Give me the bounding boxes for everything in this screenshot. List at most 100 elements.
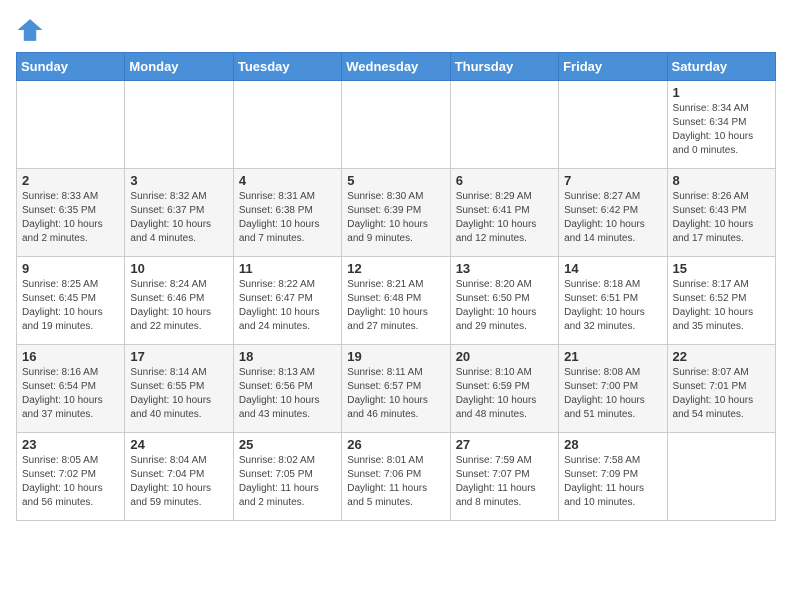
day-info: Sunrise: 8:20 AM Sunset: 6:50 PM Dayligh…	[456, 278, 553, 334]
calendar-cell: 28 Sunrise: 7:58 AM Sunset: 7:09 PM Dayli…	[559, 433, 667, 521]
day-info: Sunrise: 8:17 AM Sunset: 6:52 PM Dayligh…	[673, 278, 770, 334]
day-info: Sunrise: 8:24 AM Sunset: 6:46 PM Dayligh…	[130, 278, 227, 334]
calendar-cell: 12 Sunrise: 8:21 AM Sunset: 6:48 PM Dayli…	[342, 257, 450, 345]
calendar-cell: 25 Sunrise: 8:02 AM Sunset: 7:05 PM Dayli…	[233, 433, 341, 521]
day-info: Sunrise: 8:01 AM Sunset: 7:06 PM Dayligh…	[347, 454, 444, 510]
calendar-cell: 13 Sunrise: 8:20 AM Sunset: 6:50 PM Dayli…	[450, 257, 558, 345]
calendar-cell: 21 Sunrise: 8:08 AM Sunset: 7:00 PM Dayli…	[559, 345, 667, 433]
calendar-cell: 22Sunrise: 8:07 AM Sunset: 7:01 PM Dayli…	[667, 345, 775, 433]
day-info: Sunrise: 8:16 AM Sunset: 6:54 PM Dayligh…	[22, 366, 119, 422]
calendar-cell: 23 Sunrise: 8:05 AM Sunset: 7:02 PM Dayli…	[17, 433, 125, 521]
day-info: Sunrise: 8:14 AM Sunset: 6:55 PM Dayligh…	[130, 366, 227, 422]
calendar-cell: 2 Sunrise: 8:33 AM Sunset: 6:35 PM Daylig…	[17, 169, 125, 257]
day-info: Sunrise: 8:05 AM Sunset: 7:02 PM Dayligh…	[22, 454, 119, 510]
day-info: Sunrise: 8:30 AM Sunset: 6:39 PM Dayligh…	[347, 190, 444, 246]
calendar-cell	[17, 81, 125, 169]
weekday-header-tuesday: Tuesday	[233, 53, 341, 81]
day-number: 12	[347, 261, 444, 276]
calendar-cell: 10 Sunrise: 8:24 AM Sunset: 6:46 PM Dayli…	[125, 257, 233, 345]
day-number: 15	[673, 261, 770, 276]
day-number: 23	[22, 437, 119, 452]
day-info: Sunrise: 7:59 AM Sunset: 7:07 PM Dayligh…	[456, 454, 553, 510]
weekday-header-wednesday: Wednesday	[342, 53, 450, 81]
day-info: Sunrise: 8:11 AM Sunset: 6:57 PM Dayligh…	[347, 366, 444, 422]
day-info: Sunrise: 8:08 AM Sunset: 7:00 PM Dayligh…	[564, 366, 661, 422]
calendar-cell: 6 Sunrise: 8:29 AM Sunset: 6:41 PM Daylig…	[450, 169, 558, 257]
day-info: Sunrise: 8:21 AM Sunset: 6:48 PM Dayligh…	[347, 278, 444, 334]
calendar-cell: 20Sunrise: 8:10 AM Sunset: 6:59 PM Dayli…	[450, 345, 558, 433]
day-number: 21	[564, 349, 661, 364]
day-number: 1	[673, 85, 770, 100]
weekday-row: SundayMondayTuesdayWednesdayThursdayFrid…	[17, 53, 776, 81]
day-number: 25	[239, 437, 336, 452]
day-number: 13	[456, 261, 553, 276]
day-number: 14	[564, 261, 661, 276]
day-number: 19	[347, 349, 444, 364]
week-row-3: 9 Sunrise: 8:25 AM Sunset: 6:45 PM Daylig…	[17, 257, 776, 345]
day-info: Sunrise: 8:27 AM Sunset: 6:42 PM Dayligh…	[564, 190, 661, 246]
logo-icon	[16, 16, 44, 44]
calendar-cell	[559, 81, 667, 169]
calendar-cell: 11 Sunrise: 8:22 AM Sunset: 6:47 PM Dayli…	[233, 257, 341, 345]
calendar-cell: 8 Sunrise: 8:26 AM Sunset: 6:43 PM Daylig…	[667, 169, 775, 257]
calendar-cell	[450, 81, 558, 169]
calendar-body: 1 Sunrise: 8:34 AM Sunset: 6:34 PM Daylig…	[17, 81, 776, 521]
day-number: 2	[22, 173, 119, 188]
day-number: 18	[239, 349, 336, 364]
calendar-cell: 7Sunrise: 8:27 AM Sunset: 6:42 PM Daylig…	[559, 169, 667, 257]
page-header	[16, 16, 776, 44]
day-info: Sunrise: 8:02 AM Sunset: 7:05 PM Dayligh…	[239, 454, 336, 510]
day-info: Sunrise: 8:13 AM Sunset: 6:56 PM Dayligh…	[239, 366, 336, 422]
day-info: Sunrise: 8:22 AM Sunset: 6:47 PM Dayligh…	[239, 278, 336, 334]
week-row-2: 2 Sunrise: 8:33 AM Sunset: 6:35 PM Daylig…	[17, 169, 776, 257]
day-info: Sunrise: 8:33 AM Sunset: 6:35 PM Dayligh…	[22, 190, 119, 246]
day-number: 24	[130, 437, 227, 452]
calendar-cell: 19 Sunrise: 8:11 AM Sunset: 6:57 PM Dayli…	[342, 345, 450, 433]
day-number: 10	[130, 261, 227, 276]
day-info: Sunrise: 8:34 AM Sunset: 6:34 PM Dayligh…	[673, 102, 770, 158]
week-row-1: 1 Sunrise: 8:34 AM Sunset: 6:34 PM Daylig…	[17, 81, 776, 169]
day-number: 27	[456, 437, 553, 452]
calendar-cell: 14 Sunrise: 8:18 AM Sunset: 6:51 PM Dayli…	[559, 257, 667, 345]
calendar-cell: 16 Sunrise: 8:16 AM Sunset: 6:54 PM Dayli…	[17, 345, 125, 433]
day-number: 8	[673, 173, 770, 188]
calendar-cell	[667, 433, 775, 521]
calendar-header: SundayMondayTuesdayWednesdayThursdayFrid…	[17, 53, 776, 81]
week-row-4: 16 Sunrise: 8:16 AM Sunset: 6:54 PM Dayli…	[17, 345, 776, 433]
day-number: 16	[22, 349, 119, 364]
day-info: Sunrise: 8:18 AM Sunset: 6:51 PM Dayligh…	[564, 278, 661, 334]
day-number: 11	[239, 261, 336, 276]
day-number: 3	[130, 173, 227, 188]
day-info: Sunrise: 8:26 AM Sunset: 6:43 PM Dayligh…	[673, 190, 770, 246]
weekday-header-sunday: Sunday	[17, 53, 125, 81]
weekday-header-saturday: Saturday	[667, 53, 775, 81]
day-number: 4	[239, 173, 336, 188]
day-number: 28	[564, 437, 661, 452]
day-number: 6	[456, 173, 553, 188]
day-info: Sunrise: 8:04 AM Sunset: 7:04 PM Dayligh…	[130, 454, 227, 510]
day-number: 26	[347, 437, 444, 452]
day-number: 5	[347, 173, 444, 188]
weekday-header-thursday: Thursday	[450, 53, 558, 81]
weekday-header-monday: Monday	[125, 53, 233, 81]
day-info: Sunrise: 7:58 AM Sunset: 7:09 PM Dayligh…	[564, 454, 661, 510]
calendar-cell: 4Sunrise: 8:31 AM Sunset: 6:38 PM Daylig…	[233, 169, 341, 257]
day-info: Sunrise: 8:29 AM Sunset: 6:41 PM Dayligh…	[456, 190, 553, 246]
calendar-cell	[233, 81, 341, 169]
day-number: 9	[22, 261, 119, 276]
calendar-cell: 15 Sunrise: 8:17 AM Sunset: 6:52 PM Dayli…	[667, 257, 775, 345]
week-row-5: 23 Sunrise: 8:05 AM Sunset: 7:02 PM Dayli…	[17, 433, 776, 521]
calendar-cell: 17 Sunrise: 8:14 AM Sunset: 6:55 PM Dayli…	[125, 345, 233, 433]
calendar-table: SundayMondayTuesdayWednesdayThursdayFrid…	[16, 52, 776, 521]
weekday-header-friday: Friday	[559, 53, 667, 81]
day-info: Sunrise: 8:32 AM Sunset: 6:37 PM Dayligh…	[130, 190, 227, 246]
day-number: 22	[673, 349, 770, 364]
calendar-cell	[342, 81, 450, 169]
day-number: 17	[130, 349, 227, 364]
day-info: Sunrise: 8:25 AM Sunset: 6:45 PM Dayligh…	[22, 278, 119, 334]
calendar-cell: 24 Sunrise: 8:04 AM Sunset: 7:04 PM Dayli…	[125, 433, 233, 521]
calendar-cell: 5 Sunrise: 8:30 AM Sunset: 6:39 PM Daylig…	[342, 169, 450, 257]
calendar-cell: 18 Sunrise: 8:13 AM Sunset: 6:56 PM Dayli…	[233, 345, 341, 433]
calendar-cell: 26 Sunrise: 8:01 AM Sunset: 7:06 PM Dayli…	[342, 433, 450, 521]
calendar-cell: 1 Sunrise: 8:34 AM Sunset: 6:34 PM Daylig…	[667, 81, 775, 169]
